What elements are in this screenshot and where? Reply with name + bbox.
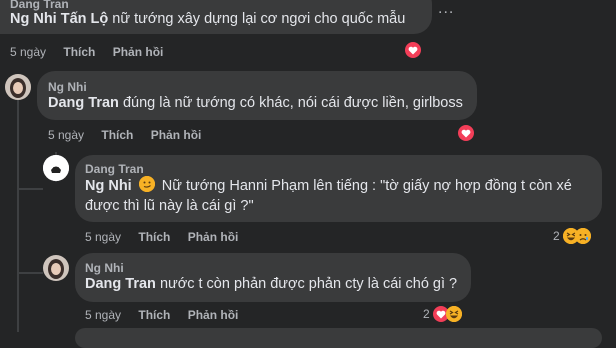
comment-mention[interactable]: Dang Tran xyxy=(85,276,156,292)
comment-body: nữ tướng xây dựng lại cơ ngơi cho quốc m… xyxy=(112,11,406,27)
comment-mention[interactable]: Ng Nhi Tấn Lộ xyxy=(10,11,108,27)
reply-button[interactable]: Phản hồi xyxy=(151,128,202,142)
comment-bubble xyxy=(75,328,602,348)
heart-reaction-icon xyxy=(458,125,474,141)
comment-author[interactable]: Dang Tran xyxy=(85,162,144,176)
comment-author[interactable]: Ng Nhi xyxy=(85,261,124,275)
thread-line xyxy=(17,188,43,190)
reaction-count: 2 xyxy=(553,229,560,243)
comment-actions: 5 ngày Thích Phản hồi xyxy=(48,128,215,142)
thread-line xyxy=(17,100,19,332)
reaction-count: 2 xyxy=(423,307,430,321)
reply-button[interactable]: Phản hồi xyxy=(188,308,239,322)
comment-actions: 5 ngày Thích Phản hồi xyxy=(85,230,252,244)
reaction-summary[interactable]: 2 xyxy=(423,306,462,322)
comment-mention[interactable]: Dang Tran xyxy=(48,95,119,111)
comment-text: Ng Nhi Nữ tướng Hanni Phạm lên tiếng : "… xyxy=(85,176,572,196)
reaction-summary[interactable] xyxy=(458,125,474,141)
like-button[interactable]: Thích xyxy=(138,308,170,322)
comment-text: Dang Tran nước t còn phản được phản cty … xyxy=(85,274,457,294)
comment-body: đúng là nữ tướng có khác, nói cái được l… xyxy=(122,95,463,111)
reaction-summary[interactable]: 2 xyxy=(553,228,591,244)
comment-author[interactable]: Ng Nhi xyxy=(48,80,87,94)
comment-time[interactable]: 5 ngày xyxy=(85,308,121,322)
avatar[interactable] xyxy=(5,74,31,100)
reply-button[interactable]: Phản hồi xyxy=(188,230,239,244)
reaction-summary[interactable] xyxy=(405,42,421,58)
comment-body: nước t còn phản được phản cty là cái chó… xyxy=(159,276,458,292)
comment-time[interactable]: 5 ngày xyxy=(10,45,46,59)
haha-reaction-icon xyxy=(445,306,462,322)
comment-text: Dang Tran đúng là nữ tướng có khác, nói … xyxy=(48,93,463,113)
thread-line xyxy=(17,272,43,274)
avatar[interactable] xyxy=(43,255,69,281)
like-button[interactable]: Thích xyxy=(63,45,95,59)
like-button[interactable]: Thích xyxy=(101,128,133,142)
like-button[interactable]: Thích xyxy=(138,230,170,244)
sad-reaction-icon xyxy=(574,228,591,244)
more-options-button[interactable]: ... xyxy=(438,0,454,18)
reply-button[interactable]: Phản hồi xyxy=(113,45,164,59)
smirk-emoji-icon xyxy=(138,176,155,192)
comment-time[interactable]: 5 ngày xyxy=(85,230,121,244)
heart-reaction-icon xyxy=(405,42,421,58)
comment-actions: 5 ngày Thích Phản hồi xyxy=(85,308,252,322)
comment-text-line2: được thì lũ này là cái gì ?" xyxy=(85,198,254,214)
comment-mention[interactable]: Ng Nhi xyxy=(85,178,132,194)
avatar[interactable] xyxy=(43,155,69,181)
comment-body: Nữ tướng Hanni Phạm lên tiếng : "tờ giấy… xyxy=(161,178,572,194)
comment-time[interactable]: 5 ngày xyxy=(48,128,84,142)
comment-text: Ng Nhi Tấn Lộ nữ tướng xây dựng lại cơ n… xyxy=(10,9,405,29)
comment-actions: 5 ngày Thích Phản hồi xyxy=(10,45,177,59)
